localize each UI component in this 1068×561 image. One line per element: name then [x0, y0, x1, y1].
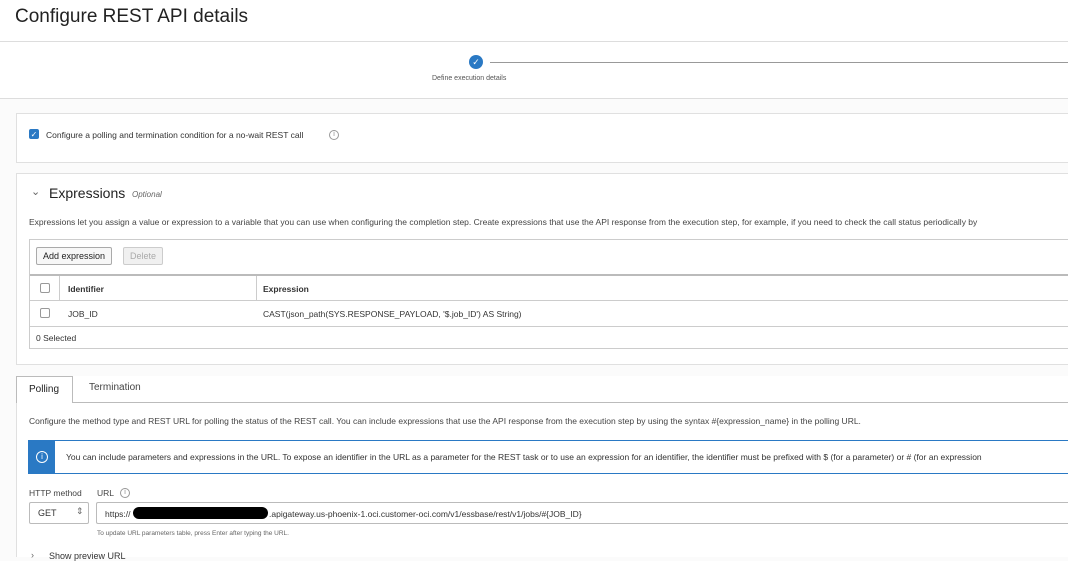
stepper-line	[490, 62, 1068, 63]
expressions-description: Expressions let you assign a value or ex…	[29, 217, 978, 227]
expressions-title: Expressions	[49, 185, 126, 201]
divider	[30, 326, 1068, 327]
tab-polling[interactable]: Polling	[16, 376, 73, 403]
info-icon[interactable]: i	[329, 130, 339, 140]
delete-button[interactable]: Delete	[123, 247, 164, 265]
url-suffix: .apigateway.us-phoenix-1.oci.customer-oc…	[269, 509, 582, 519]
url-prefix: https://	[105, 509, 131, 519]
step-label: Define execution details	[432, 75, 507, 82]
polling-checkbox[interactable]: ✓	[29, 129, 39, 139]
add-expression-button[interactable]: Add expression	[36, 247, 113, 265]
expressions-table	[29, 239, 1068, 349]
show-preview-url-link[interactable]: Show preview URL	[49, 551, 126, 561]
chevron-down-icon[interactable]: ⌄	[31, 185, 40, 198]
info-icon: i	[36, 451, 48, 463]
polling-checkbox-label: Configure a polling and termination cond…	[46, 130, 304, 140]
column-header-expression[interactable]: Expression	[263, 284, 309, 294]
url-input[interactable]: https:// .apigateway.us-phoenix-1.oci.cu…	[96, 502, 1068, 524]
tab-termination[interactable]: Termination	[89, 382, 141, 393]
divider	[30, 274, 1068, 276]
url-hint: To update URL parameters table, press En…	[97, 530, 289, 537]
row-checkbox[interactable]	[40, 308, 50, 318]
sort-arrows-icon: ⇕	[76, 506, 84, 516]
http-method-label: HTTP method	[29, 488, 82, 498]
polling-description: Configure the method type and REST URL f…	[29, 416, 861, 426]
optional-label: Optional	[132, 190, 162, 199]
http-method-value: GET	[38, 508, 57, 518]
column-header-identifier[interactable]: Identifier	[68, 284, 104, 294]
select-all-checkbox[interactable]	[40, 283, 50, 293]
cell-identifier: JOB_ID	[68, 309, 98, 319]
cell-expression: CAST(json_path(SYS.RESPONSE_PAYLOAD, '$.…	[263, 309, 522, 319]
divider	[256, 276, 257, 300]
divider	[30, 300, 1068, 301]
divider	[59, 276, 60, 300]
stepper	[0, 42, 1068, 99]
chevron-right-icon[interactable]: ›	[31, 550, 34, 560]
check-icon[interactable]: ✓	[469, 55, 483, 69]
page-title: Configure REST API details	[15, 6, 249, 27]
url-label: URL	[97, 488, 115, 498]
info-banner-text: You can include parameters and expressio…	[66, 452, 982, 462]
http-method-select[interactable]: GET ⇕	[29, 502, 89, 524]
selected-count: 0 Selected	[36, 333, 77, 343]
redacted-block	[133, 507, 268, 519]
info-icon[interactable]: i	[120, 488, 130, 498]
tab-bar-line	[16, 402, 1068, 403]
